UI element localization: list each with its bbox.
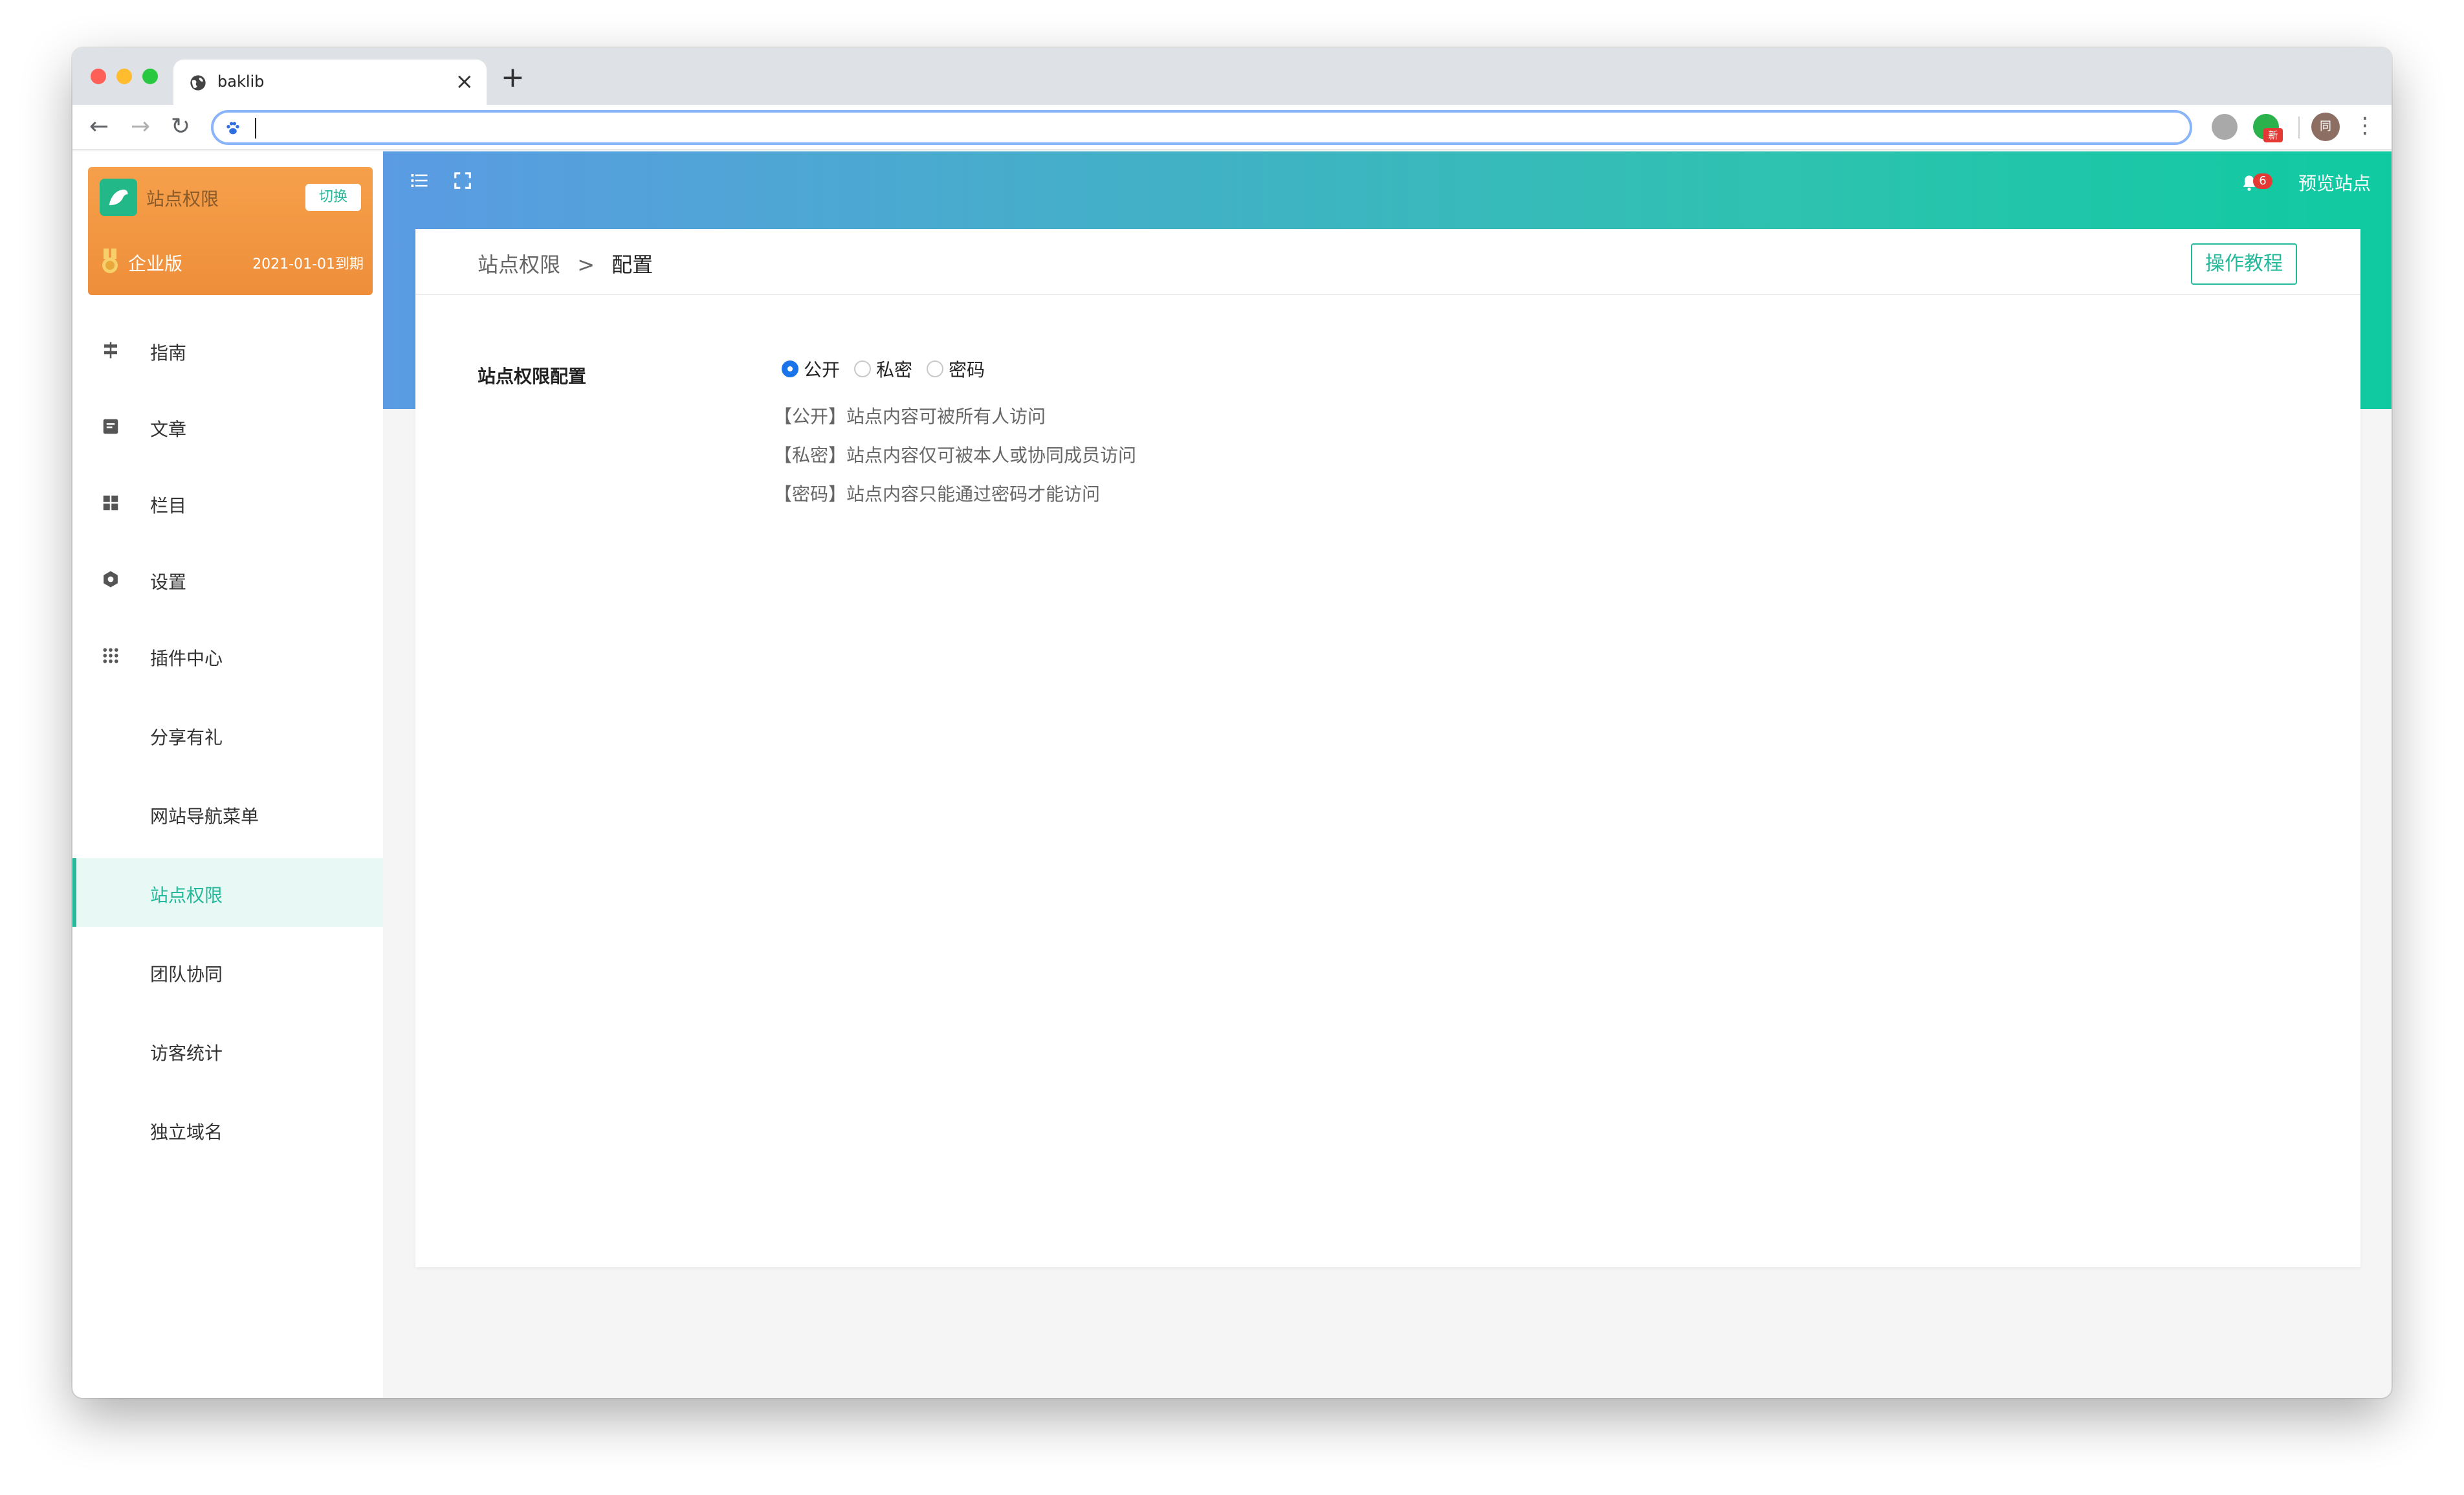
sidebar-item-label: 独立域名 xyxy=(150,1122,223,1143)
switch-site-button[interactable]: 切换 xyxy=(305,184,361,211)
description-public: 【公开】站点内容可被所有人访问 xyxy=(774,406,1046,427)
expiry-date: 2021-01-01到期 xyxy=(252,256,364,272)
content-card: 站点权限 > 配置 操作教程 站点权限配置 公开 私密 密码 【公开】站点内容可… xyxy=(415,229,2360,1267)
grid-icon xyxy=(103,495,118,511)
notification-badge: 6 xyxy=(2253,173,2272,189)
breadcrumb-separator: > xyxy=(577,252,595,277)
sidebar-item-label: 站点权限 xyxy=(150,885,223,906)
document-icon xyxy=(103,419,118,434)
list-toggle-icon[interactable] xyxy=(409,171,430,190)
sidebar-item-visitor-stats[interactable]: 访客统计 xyxy=(72,1016,383,1085)
preview-site-link[interactable]: 预览站点 xyxy=(2298,170,2371,195)
divider xyxy=(415,294,2360,295)
back-button[interactable]: ← xyxy=(89,114,109,140)
sidebar-item-plugins[interactable]: 插件中心 xyxy=(72,621,383,690)
sidebar-item-guide[interactable]: 指南 xyxy=(72,316,383,384)
gear-icon xyxy=(104,571,118,588)
description-password: 【密码】站点内容只能通过密码才能访问 xyxy=(774,483,1101,505)
sidebar-item-team[interactable]: 团队协同 xyxy=(72,937,383,1006)
sidebar-item-articles[interactable]: 文章 xyxy=(72,392,383,461)
radio-unchecked-icon[interactable] xyxy=(854,360,872,377)
sidebar-item-label: 访客统计 xyxy=(150,1043,223,1064)
sidebar-item-label: 指南 xyxy=(150,342,187,364)
sidebar-item-site-permissions[interactable]: 站点权限 xyxy=(72,858,383,927)
site-card: 站点权限 切换 企业版 2021-01-01到期 xyxy=(88,167,373,295)
radio-unchecked-icon[interactable] xyxy=(927,360,944,377)
sidebar-item-columns[interactable]: 栏目 xyxy=(72,469,383,537)
browser-menu-icon[interactable]: ⋮ xyxy=(2354,111,2376,140)
sidebar-item-share-rewards[interactable]: 分享有礼 xyxy=(72,700,383,769)
new-tab-button[interactable]: + xyxy=(501,62,525,93)
profile-avatar[interactable]: 同 xyxy=(2311,113,2340,141)
medal-icon xyxy=(102,249,118,273)
browser-tab-bar: baklib × + xyxy=(72,48,2392,105)
address-bar[interactable] xyxy=(211,110,2192,145)
close-window-button[interactable] xyxy=(91,69,106,84)
signpost-icon xyxy=(104,342,117,359)
tab-close-icon[interactable]: × xyxy=(456,69,474,94)
forward-button[interactable]: → xyxy=(131,114,150,140)
sidebar-item-label: 栏目 xyxy=(150,495,187,516)
radio-label: 私密 xyxy=(876,359,913,381)
extension-badge: 新 xyxy=(2263,128,2283,142)
bird-logo-icon xyxy=(100,179,137,216)
paw-icon xyxy=(226,122,239,135)
site-name: 站点权限 xyxy=(146,188,219,210)
config-label: 站点权限配置 xyxy=(478,366,587,387)
tutorial-button[interactable]: 操作教程 xyxy=(2191,243,2297,285)
browser-tab[interactable]: baklib × xyxy=(173,60,487,105)
browser-window: baklib × + ← → ↻ 新 同 ⋮ 站点权限 切换 企业版 2021-… xyxy=(72,48,2392,1398)
sidebar: 站点权限 切换 企业版 2021-01-01到期 指南 文章 栏目 设置 插件中… xyxy=(72,151,383,1398)
radio-label: 公开 xyxy=(804,359,841,381)
tab-title: baklib xyxy=(217,72,265,91)
description-private: 【私密】站点内容仅可被本人或协同成员访问 xyxy=(774,445,1137,466)
active-indicator xyxy=(72,858,76,927)
breadcrumb: 站点权限 > 配置 xyxy=(478,249,653,278)
extension-globe-icon[interactable] xyxy=(2212,114,2238,140)
breadcrumb-current: 配置 xyxy=(611,252,654,277)
sidebar-item-site-nav-menu[interactable]: 网站导航菜单 xyxy=(72,779,383,848)
sidebar-item-label: 文章 xyxy=(150,419,187,440)
text-caret xyxy=(255,118,256,138)
sidebar-item-custom-domain[interactable]: 独立域名 xyxy=(72,1095,383,1164)
apps-icon xyxy=(103,648,118,663)
radio-password[interactable]: 密码 xyxy=(927,356,985,382)
sidebar-item-label: 网站导航菜单 xyxy=(150,806,259,827)
maximize-window-button[interactable] xyxy=(142,69,158,84)
radio-checked-icon[interactable] xyxy=(782,360,798,377)
sidebar-item-label: 插件中心 xyxy=(150,648,223,669)
sidebar-item-settings[interactable]: 设置 xyxy=(72,545,383,614)
sidebar-item-label: 设置 xyxy=(150,571,187,593)
globe-icon xyxy=(190,75,206,91)
toolbar-divider xyxy=(2298,116,2300,138)
fullscreen-icon[interactable] xyxy=(453,171,472,190)
edition-label: 企业版 xyxy=(128,253,183,274)
radio-public[interactable]: 公开 xyxy=(782,356,840,382)
radio-private[interactable]: 私密 xyxy=(854,356,912,382)
sidebar-item-label: 团队协同 xyxy=(150,964,223,985)
browser-toolbar: ← → ↻ 新 同 ⋮ xyxy=(72,105,2392,150)
permission-radio-group: 公开 私密 密码 xyxy=(782,356,999,382)
breadcrumb-parent[interactable]: 站点权限 xyxy=(478,252,560,277)
sidebar-item-label: 分享有礼 xyxy=(150,727,223,748)
minimize-window-button[interactable] xyxy=(116,69,132,84)
radio-label: 密码 xyxy=(949,359,985,381)
reload-button[interactable]: ↻ xyxy=(171,114,190,140)
